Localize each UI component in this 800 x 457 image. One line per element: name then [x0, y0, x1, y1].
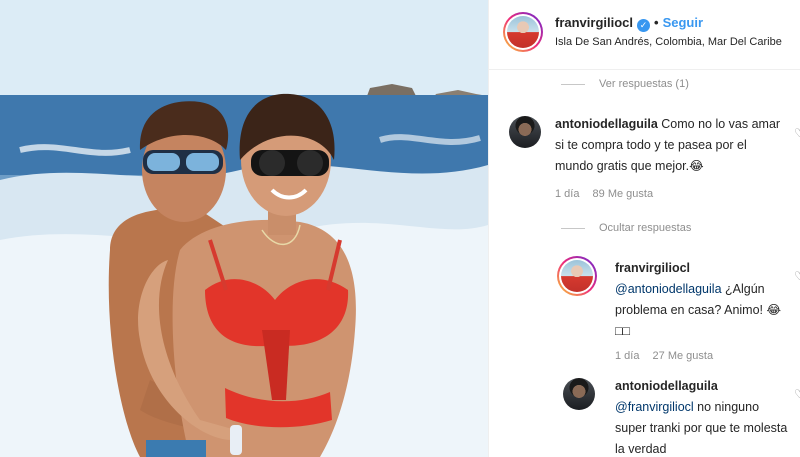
reply-meta: 1 día 27 Me gusta [615, 350, 723, 362]
like-heart-icon[interactable]: ♡ [794, 127, 800, 139]
post-photo [0, 0, 488, 457]
reply-mention[interactable]: @antoniodellaguila [615, 282, 722, 296]
hide-replies-toggle[interactable]: Ocultar respuestas [561, 222, 691, 234]
like-heart-icon[interactable]: ♡ [794, 270, 800, 282]
reply-author-avatar[interactable] [557, 256, 597, 296]
reply-age: 1 día [615, 350, 640, 362]
reply-author-avatar[interactable] [563, 378, 595, 410]
reply-mention[interactable]: @franvirgiliocl [615, 400, 694, 414]
comment-username[interactable]: antoniodellaguila [555, 117, 658, 131]
comment-age: 1 día [555, 188, 580, 200]
separator-dot: • [654, 15, 659, 30]
verified-badge-icon: ✓ [637, 19, 651, 32]
reply-username[interactable]: antoniodellaguila [615, 379, 718, 393]
author-username[interactable]: franvirgiliocl [555, 15, 633, 30]
hide-replies-label: Ocultar respuestas [599, 222, 692, 234]
commenter-avatar[interactable] [509, 116, 541, 148]
reply-username[interactable]: franvirgiliocl [615, 261, 690, 275]
reply-likes[interactable]: 27 Me gusta [653, 350, 714, 362]
follow-button[interactable]: Seguir [663, 15, 703, 30]
comment-meta: 1 día 89 Me gusta [555, 188, 663, 200]
comment-body: antoniodellaguila Como no lo vas amar si… [555, 114, 785, 177]
reply-body: franvirgiliocl @antoniodellaguila ¿Algún… [615, 258, 793, 342]
view-replies-label: Ver respuestas (1) [599, 78, 689, 90]
view-replies-toggle[interactable]: Ver respuestas (1) [561, 78, 689, 90]
author-avatar[interactable] [503, 12, 543, 52]
comment-likes[interactable]: 89 Me gusta [593, 188, 654, 200]
reply-body: antoniodellaguila @franvirgiliocl no nin… [615, 376, 793, 457]
replies-divider-line [561, 83, 585, 85]
author-line: franvirgiliocl ✓ • Seguir [555, 15, 703, 32]
post-header: franvirgiliocl ✓ • Seguir Isla De San André… [489, 0, 800, 70]
replies-divider-line [561, 227, 585, 229]
like-heart-icon[interactable]: ♡ [794, 388, 800, 400]
comments-panel: franvirgiliocl ✓ • Seguir Isla De San André… [488, 0, 800, 457]
post-location[interactable]: Isla De San Andrés, Colombia, Mar Del Ca… [555, 36, 782, 48]
beach-couple-photo [0, 0, 488, 457]
